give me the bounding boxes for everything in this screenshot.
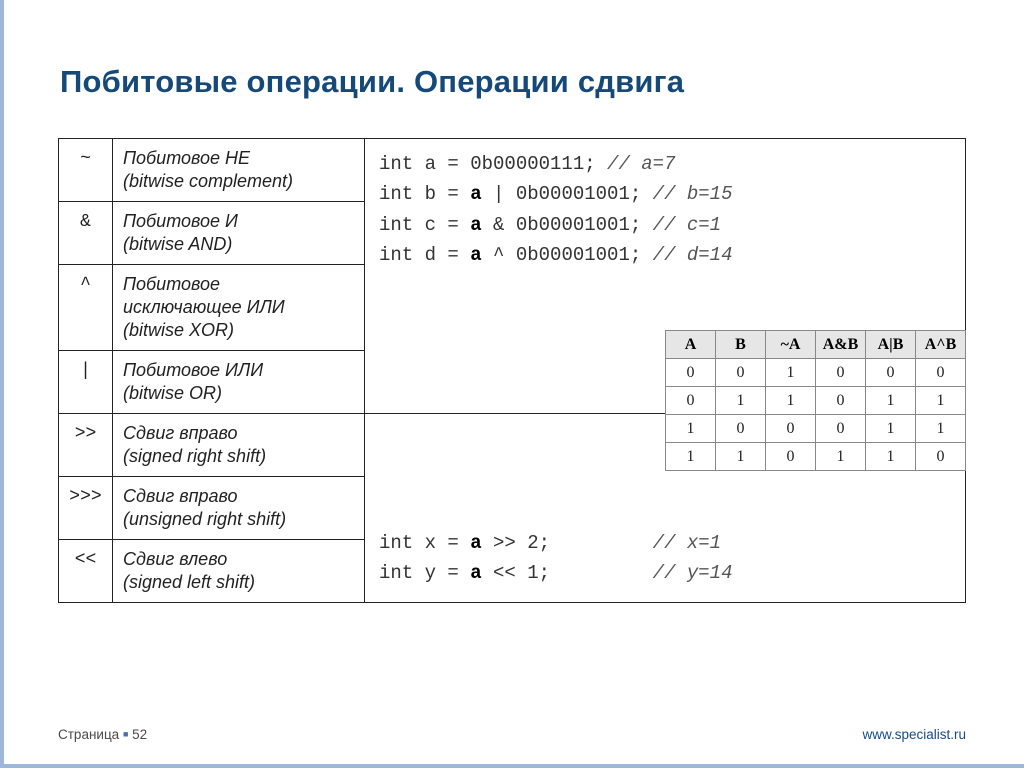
border-bottom <box>0 764 1024 768</box>
footer: Страница ■ 52 www.specialist.ru <box>58 727 966 742</box>
truth-table: A B ~A A&B A|B A^B 001000 011011 100011 … <box>665 330 966 471</box>
op-desc: Сдвиг вправо (unsigned right shift) <box>113 477 365 540</box>
footer-url: www.specialist.ru <box>862 727 966 742</box>
slide: Побитовые операции. Операции сдвига ~ По… <box>0 0 1024 768</box>
op-sym: | <box>59 351 113 414</box>
page-title: Побитовые операции. Операции сдвига <box>0 0 1024 100</box>
op-desc: Сдвиг влево (signed left shift) <box>113 540 365 603</box>
op-desc: Побитовое И (bitwise AND) <box>113 202 365 265</box>
th: B <box>716 331 766 359</box>
th: A|B <box>866 331 916 359</box>
th: A&B <box>816 331 866 359</box>
table-row: ~ Побитовое НЕ (bitwise complement) int … <box>59 139 966 202</box>
border-left <box>0 0 4 768</box>
table-row: 001000 <box>666 359 966 387</box>
bullet-icon: ■ <box>123 729 128 739</box>
table-row: 011011 <box>666 387 966 415</box>
table-row: 100011 <box>666 415 966 443</box>
th: A^B <box>916 331 966 359</box>
table-row: 110110 <box>666 443 966 471</box>
op-desc: Сдвиг вправо (signed right shift) <box>113 414 365 477</box>
op-sym: ~ <box>59 139 113 202</box>
op-sym: >>> <box>59 477 113 540</box>
op-sym: & <box>59 202 113 265</box>
op-desc: Побитовое ИЛИ (bitwise OR) <box>113 351 365 414</box>
op-sym: ^ <box>59 265 113 351</box>
op-desc: Побитовое НЕ (bitwise complement) <box>113 139 365 202</box>
op-desc: Побитовое исключающее ИЛИ (bitwise XOR) <box>113 265 365 351</box>
page-number: Страница ■ 52 <box>58 727 147 742</box>
op-sym: >> <box>59 414 113 477</box>
op-sym: << <box>59 540 113 603</box>
th: ~A <box>766 331 816 359</box>
th: A <box>666 331 716 359</box>
